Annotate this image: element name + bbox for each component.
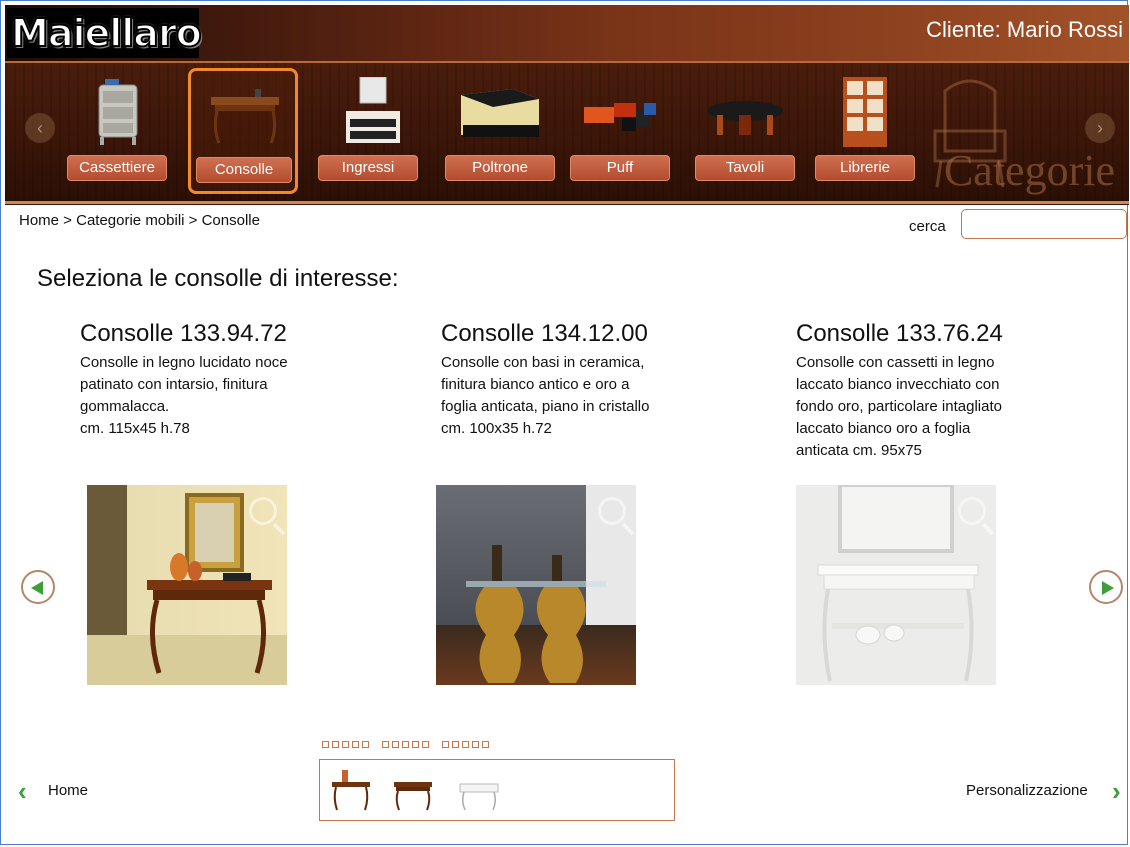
- console-table-icon: [211, 89, 279, 144]
- thumbnail-strip: [319, 759, 675, 821]
- entryway-furniture-icon: [346, 77, 400, 143]
- category-label[interactable]: Librerie: [815, 155, 915, 181]
- category-item-ingressi[interactable]: Ingressi: [318, 71, 418, 191]
- products-prev-button[interactable]: [21, 570, 55, 604]
- page-title: Seleziona le consolle di interesse:: [37, 265, 399, 292]
- category-item-librerie[interactable]: Librerie: [815, 71, 915, 191]
- product-description: Consolle con cassetti in legno laccato b…: [796, 354, 1002, 459]
- arrow-right-icon: [1102, 581, 1114, 595]
- breadcrumb[interactable]: Home > Categorie mobili > Consolle: [19, 212, 260, 229]
- top-bar: Maiellaro Cliente: Mario Rossi: [5, 5, 1129, 63]
- product-card[interactable]: Consolle 133.76.24 Consolle con cassetti…: [796, 320, 1096, 462]
- zoom-icon[interactable]: [598, 497, 626, 525]
- categories-watermark: Categorie: [943, 146, 1115, 195]
- product-photo[interactable]: [436, 485, 636, 685]
- thumbnail-item[interactable]: [456, 768, 502, 812]
- header: Maiellaro Cliente: Mario Rossi ‹ Cassett…: [5, 5, 1129, 205]
- thumbnail-item[interactable]: [328, 768, 374, 812]
- category-label[interactable]: Puff: [570, 155, 670, 181]
- product-photo[interactable]: [87, 485, 287, 685]
- category-label[interactable]: Ingressi: [318, 155, 418, 181]
- category-label[interactable]: Cassettiere: [67, 155, 167, 181]
- home-link[interactable]: Home: [48, 782, 88, 799]
- product-name: Consolle 133.94.72: [80, 320, 287, 347]
- thumbnail-item[interactable]: [390, 768, 436, 812]
- product-name: Consolle 133.76.24: [796, 320, 1003, 347]
- table-icon: [707, 101, 783, 135]
- zoom-icon[interactable]: [249, 497, 277, 525]
- ottoman-icon: [584, 103, 656, 131]
- category-item-tavoli[interactable]: Tavoli: [695, 71, 795, 191]
- bookcase-icon: [843, 77, 887, 147]
- personalizzazione-link[interactable]: Personalizzazione: [966, 782, 1088, 799]
- search-label: cerca: [909, 218, 946, 235]
- product-description: Consolle con basi in ceramica, finitura …: [441, 354, 650, 437]
- back-chevron-icon[interactable]: ‹: [18, 778, 30, 804]
- product-name: Consolle 134.12.00: [441, 320, 648, 347]
- category-prev-arrow-icon[interactable]: ‹: [25, 113, 55, 143]
- category-carousel: ‹ Cassettiere Consolle Ingressi Poltrone…: [5, 63, 1129, 204]
- forward-chevron-icon[interactable]: ›: [1112, 778, 1124, 804]
- product-photo[interactable]: [796, 485, 996, 685]
- search-input[interactable]: [961, 209, 1127, 239]
- zoom-icon[interactable]: [958, 497, 986, 525]
- category-item-puff[interactable]: Puff: [570, 71, 670, 191]
- product-description: Consolle in legno lucidato noce patinato…: [80, 354, 288, 437]
- client-name: Cliente: Mario Rossi: [926, 17, 1123, 42]
- category-label[interactable]: Poltrone: [445, 155, 555, 181]
- product-card[interactable]: Consolle 134.12.00 Consolle con basi in …: [441, 320, 741, 440]
- armchair-icon: [461, 89, 539, 137]
- chest-of-drawers-icon: [98, 79, 138, 145]
- category-label[interactable]: Tavoli: [695, 155, 795, 181]
- product-card[interactable]: Consolle 133.94.72 Consolle in legno luc…: [80, 320, 380, 440]
- category-item-poltrone[interactable]: Poltrone: [445, 71, 555, 191]
- products-next-button[interactable]: [1089, 570, 1123, 604]
- category-item-cassettiere[interactable]: Cassettiere: [67, 71, 167, 191]
- brand-logo[interactable]: Maiellaro: [7, 8, 203, 58]
- page-indicator[interactable]: [322, 741, 489, 748]
- category-item-consolle[interactable]: Consolle: [188, 68, 298, 194]
- arrow-left-icon: [31, 581, 43, 595]
- category-next-arrow-icon[interactable]: ›: [1085, 113, 1115, 143]
- category-label[interactable]: Consolle: [196, 157, 292, 183]
